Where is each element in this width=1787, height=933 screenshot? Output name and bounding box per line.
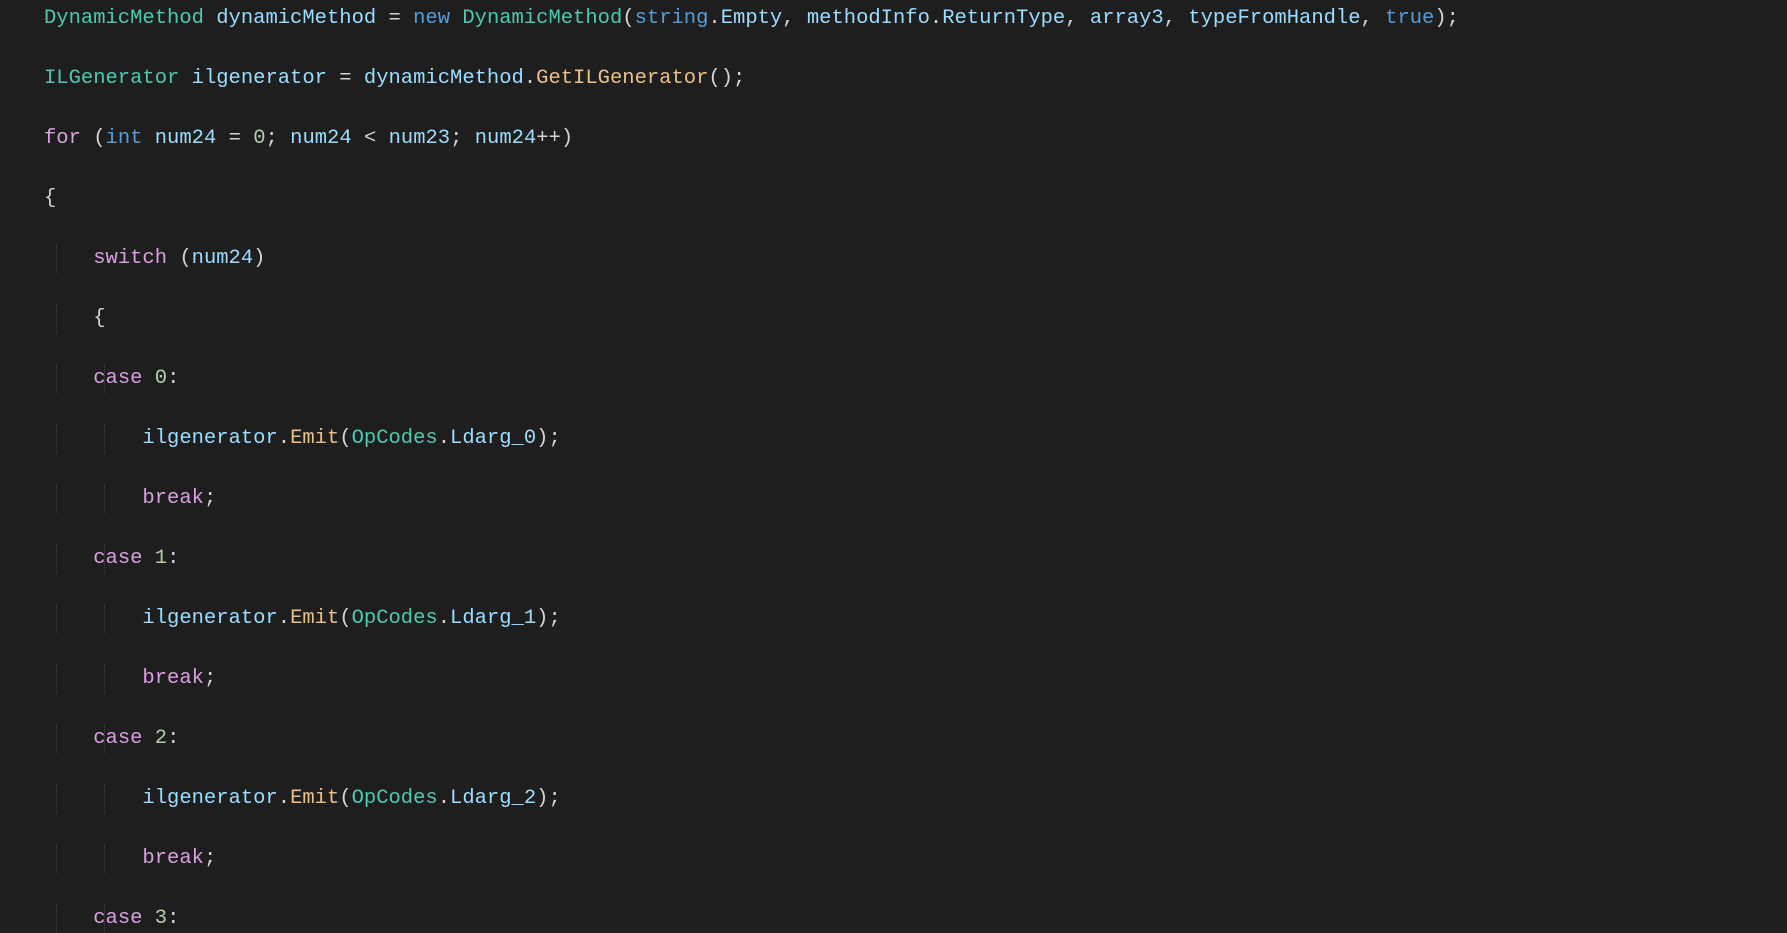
control-token: for bbox=[44, 127, 81, 150]
code-line: break; bbox=[0, 844, 1787, 874]
code-line: case 1: bbox=[0, 544, 1787, 574]
type-token: DynamicMethod bbox=[44, 7, 204, 30]
code-editor[interactable]: DynamicMethod dynamicMethod = new Dynami… bbox=[0, 0, 1787, 933]
code-line: { bbox=[0, 304, 1787, 334]
code-line: ilgenerator.Emit(OpCodes.Ldarg_0); bbox=[0, 424, 1787, 454]
code-line: ILGenerator ilgenerator = dynamicMethod.… bbox=[0, 64, 1787, 94]
code-line: break; bbox=[0, 664, 1787, 694]
code-line: DynamicMethod dynamicMethod = new Dynami… bbox=[0, 4, 1787, 34]
code-line: case 3: bbox=[0, 904, 1787, 933]
code-line: case 2: bbox=[0, 724, 1787, 754]
code-line: break; bbox=[0, 484, 1787, 514]
code-line: for (int num24 = 0; num24 < num23; num24… bbox=[0, 124, 1787, 154]
code-line: case 0: bbox=[0, 364, 1787, 394]
local-token: dynamicMethod bbox=[216, 7, 376, 30]
code-line: ilgenerator.Emit(OpCodes.Ldarg_2); bbox=[0, 784, 1787, 814]
keyword-token: new bbox=[413, 7, 450, 30]
code-line: { bbox=[0, 184, 1787, 214]
code-line: ilgenerator.Emit(OpCodes.Ldarg_1); bbox=[0, 604, 1787, 634]
code-line: switch (num24) bbox=[0, 244, 1787, 274]
